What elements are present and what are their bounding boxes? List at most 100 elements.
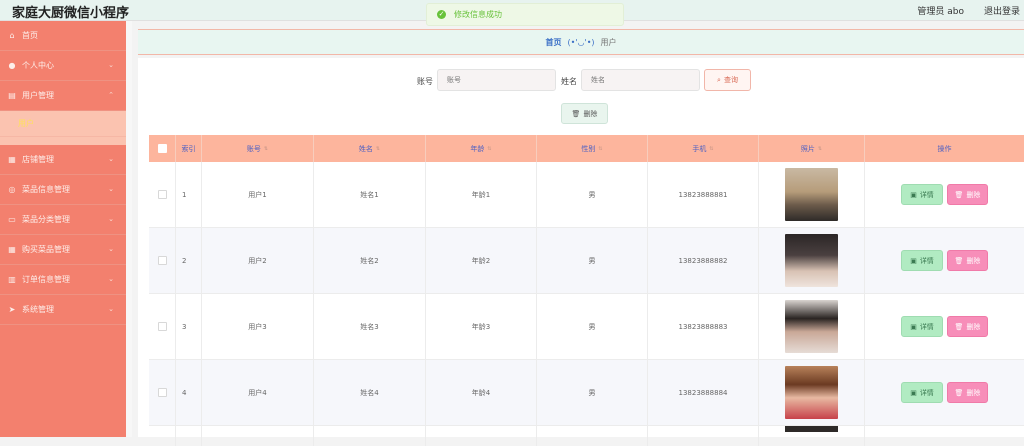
sidebar-item-system[interactable]: ➤ 系统管理 ⌄ xyxy=(0,295,126,325)
col-phone-label: 手机 xyxy=(692,144,707,153)
logout-link[interactable]: 退出登录 xyxy=(984,4,1024,17)
success-toast: ✓ 修改信息成功 xyxy=(426,3,624,26)
chevron-down-icon: ⌄ xyxy=(108,305,114,313)
col-account[interactable]: 账号 ⇅ xyxy=(202,135,314,162)
delete-button[interactable]: 🗑 删除 xyxy=(947,382,988,403)
chevron-down-icon: ⌄ xyxy=(108,245,114,253)
cell-account: 用户2 xyxy=(202,228,314,293)
send-icon: ➤ xyxy=(8,305,16,314)
toast-message: 修改信息成功 xyxy=(454,10,502,19)
col-phone[interactable]: 手机 ⇅ xyxy=(648,135,759,162)
chevron-down-icon: ⌄ xyxy=(108,275,114,283)
query-button[interactable]: ⌕ 查询 xyxy=(704,69,751,91)
table-row xyxy=(149,426,1024,446)
row-checkbox[interactable] xyxy=(157,322,167,331)
main-panel: 账号 姓名 ⌕ 查询 🗑 删除 索引 账号⇅ 姓名⇅ 年龄⇅ xyxy=(138,58,1024,446)
sidebar-item-dish-categories[interactable]: ▭ 菜品分类管理 ⌄ xyxy=(0,205,126,235)
select-all-checkbox[interactable] xyxy=(157,144,167,153)
sort-icon: ⇅ xyxy=(709,145,714,152)
sidebar-item-label: 菜品分类管理 xyxy=(22,215,70,224)
sidebar-item-users[interactable]: ▤ 用户管理 ⌃ xyxy=(0,81,126,111)
cell-actions: ▣ 详情 🗑 删除 xyxy=(865,162,1024,227)
detail-button[interactable]: ▣ 详情 xyxy=(901,316,943,337)
table-row: 2 用户2 姓名2 年龄2 男 13823888882 ▣ 详情 🗑 删除 xyxy=(149,228,1024,294)
sidebar-item-label: 个人中心 xyxy=(22,61,54,70)
content-gutter xyxy=(126,21,132,437)
col-action-label: 操作 xyxy=(937,144,952,153)
monitor-icon: ▭ xyxy=(8,215,16,224)
cell-photo xyxy=(759,294,865,359)
cell-name: 姓名3 xyxy=(314,294,426,359)
sidebar-item-orders[interactable]: ▥ 订单信息管理 ⌄ xyxy=(0,265,126,295)
trash-icon: 🗑 xyxy=(954,322,964,331)
bulk-delete-button[interactable]: 🗑 删除 xyxy=(561,103,608,124)
sidebar-item-shops[interactable]: ▦ 店铺管理 ⌄ xyxy=(0,145,126,175)
detail-button[interactable]: ▣ 详情 xyxy=(901,184,943,205)
account-label: 账号 xyxy=(417,77,433,86)
cell-actions: ▣ 详情 🗑 删除 xyxy=(865,360,1024,425)
cell-phone: 13823888883 xyxy=(648,294,759,359)
select-all-cell xyxy=(149,135,176,162)
detail-button-label: 详情 xyxy=(919,256,934,265)
delete-button[interactable]: 🗑 删除 xyxy=(947,316,988,337)
col-gender[interactable]: 性别 ⇅ xyxy=(537,135,648,162)
account-input[interactable] xyxy=(437,69,556,91)
detail-icon: ▣ xyxy=(910,388,917,397)
col-photo[interactable]: 照片 ⇅ xyxy=(759,135,865,162)
detail-button[interactable]: ▣ 详情 xyxy=(901,382,943,403)
detail-icon: ▣ xyxy=(910,322,917,331)
submenu-area: 用户 xyxy=(0,111,126,145)
col-name[interactable]: 姓名 ⇅ xyxy=(314,135,426,162)
sidebar-item-label: 购买菜品管理 xyxy=(22,245,70,254)
row-checkbox[interactable] xyxy=(157,256,167,265)
delete-button[interactable]: 🗑 删除 xyxy=(947,250,988,271)
trash-icon: 🗑 xyxy=(954,256,964,265)
breadcrumb: 首页 (•'◡'•) 用户 xyxy=(138,29,1024,55)
person-icon: ● xyxy=(8,61,16,70)
table-row: 3 用户3 姓名3 年龄3 男 13823888883 ▣ 详情 🗑 删除 xyxy=(149,294,1024,360)
col-account-label: 账号 xyxy=(246,144,261,153)
cell-photo xyxy=(759,426,865,446)
sidebar-item-purchases[interactable]: ▦ 购买菜品管理 ⌄ xyxy=(0,235,126,265)
cell-gender xyxy=(537,426,648,446)
delete-button-label: 删除 xyxy=(966,322,981,331)
delete-button[interactable]: 🗑 删除 xyxy=(947,184,988,205)
name-label: 姓名 xyxy=(561,77,577,86)
name-input[interactable] xyxy=(581,69,700,91)
sidebar-item-dishes[interactable]: ◎ 菜品信息管理 ⌄ xyxy=(0,175,126,205)
cell-account: 用户1 xyxy=(202,162,314,227)
sidebar-subitem-user[interactable]: 用户 xyxy=(0,111,126,137)
cell-phone: 13823888884 xyxy=(648,360,759,425)
shop-icon: ▦ xyxy=(8,155,16,164)
success-check-icon: ✓ xyxy=(437,10,446,19)
table-row: 4 用户4 姓名4 年龄4 男 13823888884 ▣ 详情 🗑 删除 xyxy=(149,360,1024,426)
cell-age: 年龄1 xyxy=(426,162,537,227)
chevron-down-icon: ⌄ xyxy=(108,185,114,193)
chart-icon: ▥ xyxy=(8,275,16,284)
sidebar-item-profile[interactable]: ● 个人中心 ⌄ xyxy=(0,51,126,81)
breadcrumb-home[interactable]: 首页 xyxy=(545,37,561,48)
col-age[interactable]: 年龄 ⇅ xyxy=(426,135,537,162)
cell-account: 用户4 xyxy=(202,360,314,425)
cell-phone: 13823888882 xyxy=(648,228,759,293)
cell-age: 年龄4 xyxy=(426,360,537,425)
detail-button[interactable]: ▣ 详情 xyxy=(901,250,943,271)
row-checkbox[interactable] xyxy=(157,388,167,397)
row-checkbox[interactable] xyxy=(157,190,167,199)
delete-button-label: 删除 xyxy=(966,388,981,397)
cell-name: 姓名2 xyxy=(314,228,426,293)
table-header: 索引 账号 ⇅ 姓名 ⇅ 年龄 ⇅ 性别 ⇅ 手机 ⇅ 照片 ⇅ 操作 xyxy=(149,135,1024,162)
row-select-cell xyxy=(149,360,176,425)
cell-phone: 13823888881 xyxy=(648,162,759,227)
col-index: 索引 xyxy=(176,135,202,162)
cell-age xyxy=(426,426,537,446)
detail-button-label: 详情 xyxy=(919,322,934,331)
sort-icon: ⇅ xyxy=(598,145,603,152)
sidebar-item-home[interactable]: ⌂ 首页 xyxy=(0,21,126,51)
cell-gender: 男 xyxy=(537,228,648,293)
search-icon: ⌕ xyxy=(717,75,721,84)
cell-age: 年龄3 xyxy=(426,294,537,359)
sidebar-subitem-label: 用户 xyxy=(18,119,34,128)
chevron-up-icon: ⌃ xyxy=(108,91,114,99)
cell-name xyxy=(314,426,426,446)
